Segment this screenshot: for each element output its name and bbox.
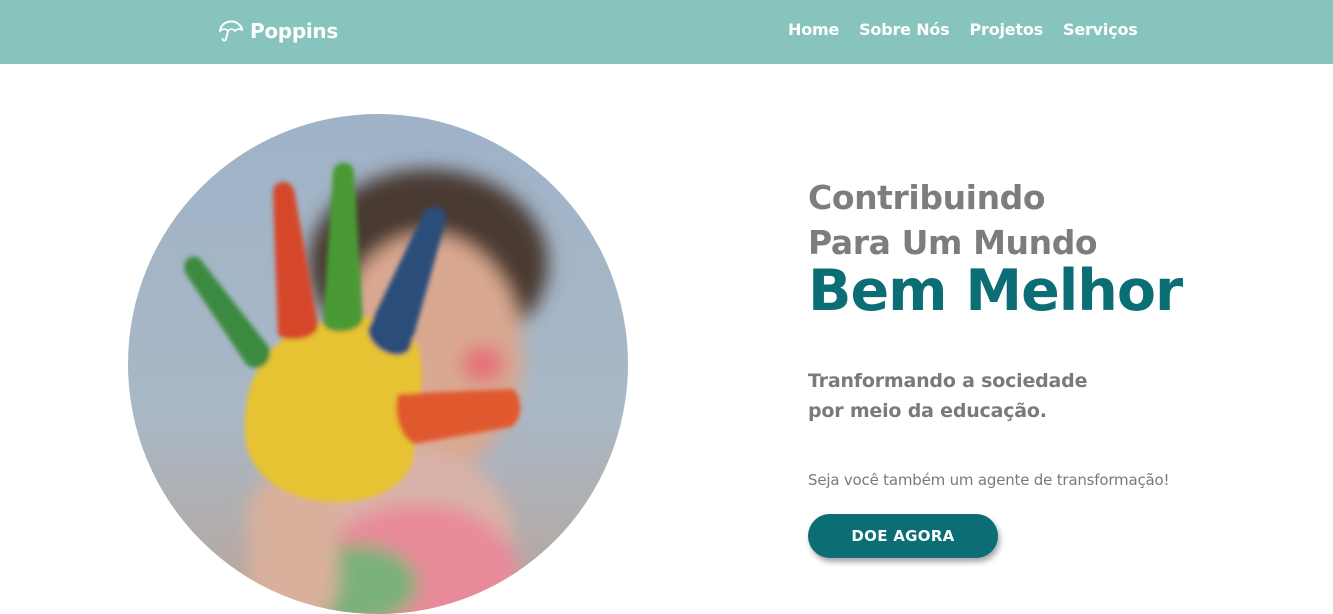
umbrella-icon — [219, 20, 243, 42]
hero-title-line-1: Contribuindo — [808, 178, 1046, 217]
nav-link-servicos[interactable]: Serviços — [1063, 20, 1138, 39]
brand-name: Poppins — [250, 19, 338, 43]
donate-now-button[interactable]: DOE AGORA — [808, 514, 998, 558]
hero-image — [128, 114, 628, 614]
nav-menu: Home Sobre Nós Projetos Serviços — [788, 19, 1138, 41]
navbar: Poppins Home Sobre Nós Projetos Serviços — [0, 0, 1333, 64]
nav-link-sobre-nos[interactable]: Sobre Nós — [859, 20, 950, 39]
child-painted-hand-photo — [128, 114, 628, 614]
call-to-action-text: Seja você também um agente de transforma… — [808, 471, 1170, 489]
brand-logo[interactable]: Poppins — [218, 17, 338, 45]
nav-link-projetos[interactable]: Projetos — [970, 20, 1044, 39]
hero-title-line-2: Para Um Mundo — [808, 223, 1098, 262]
hero-title-emphasis: Bem Melhor — [808, 258, 1183, 324]
hero-subtitle-line-2: por meio da educação. — [808, 400, 1047, 422]
nav-link-home[interactable]: Home — [788, 20, 839, 39]
hero-subtitle-line-1: Tranformando a sociedade — [808, 370, 1088, 392]
